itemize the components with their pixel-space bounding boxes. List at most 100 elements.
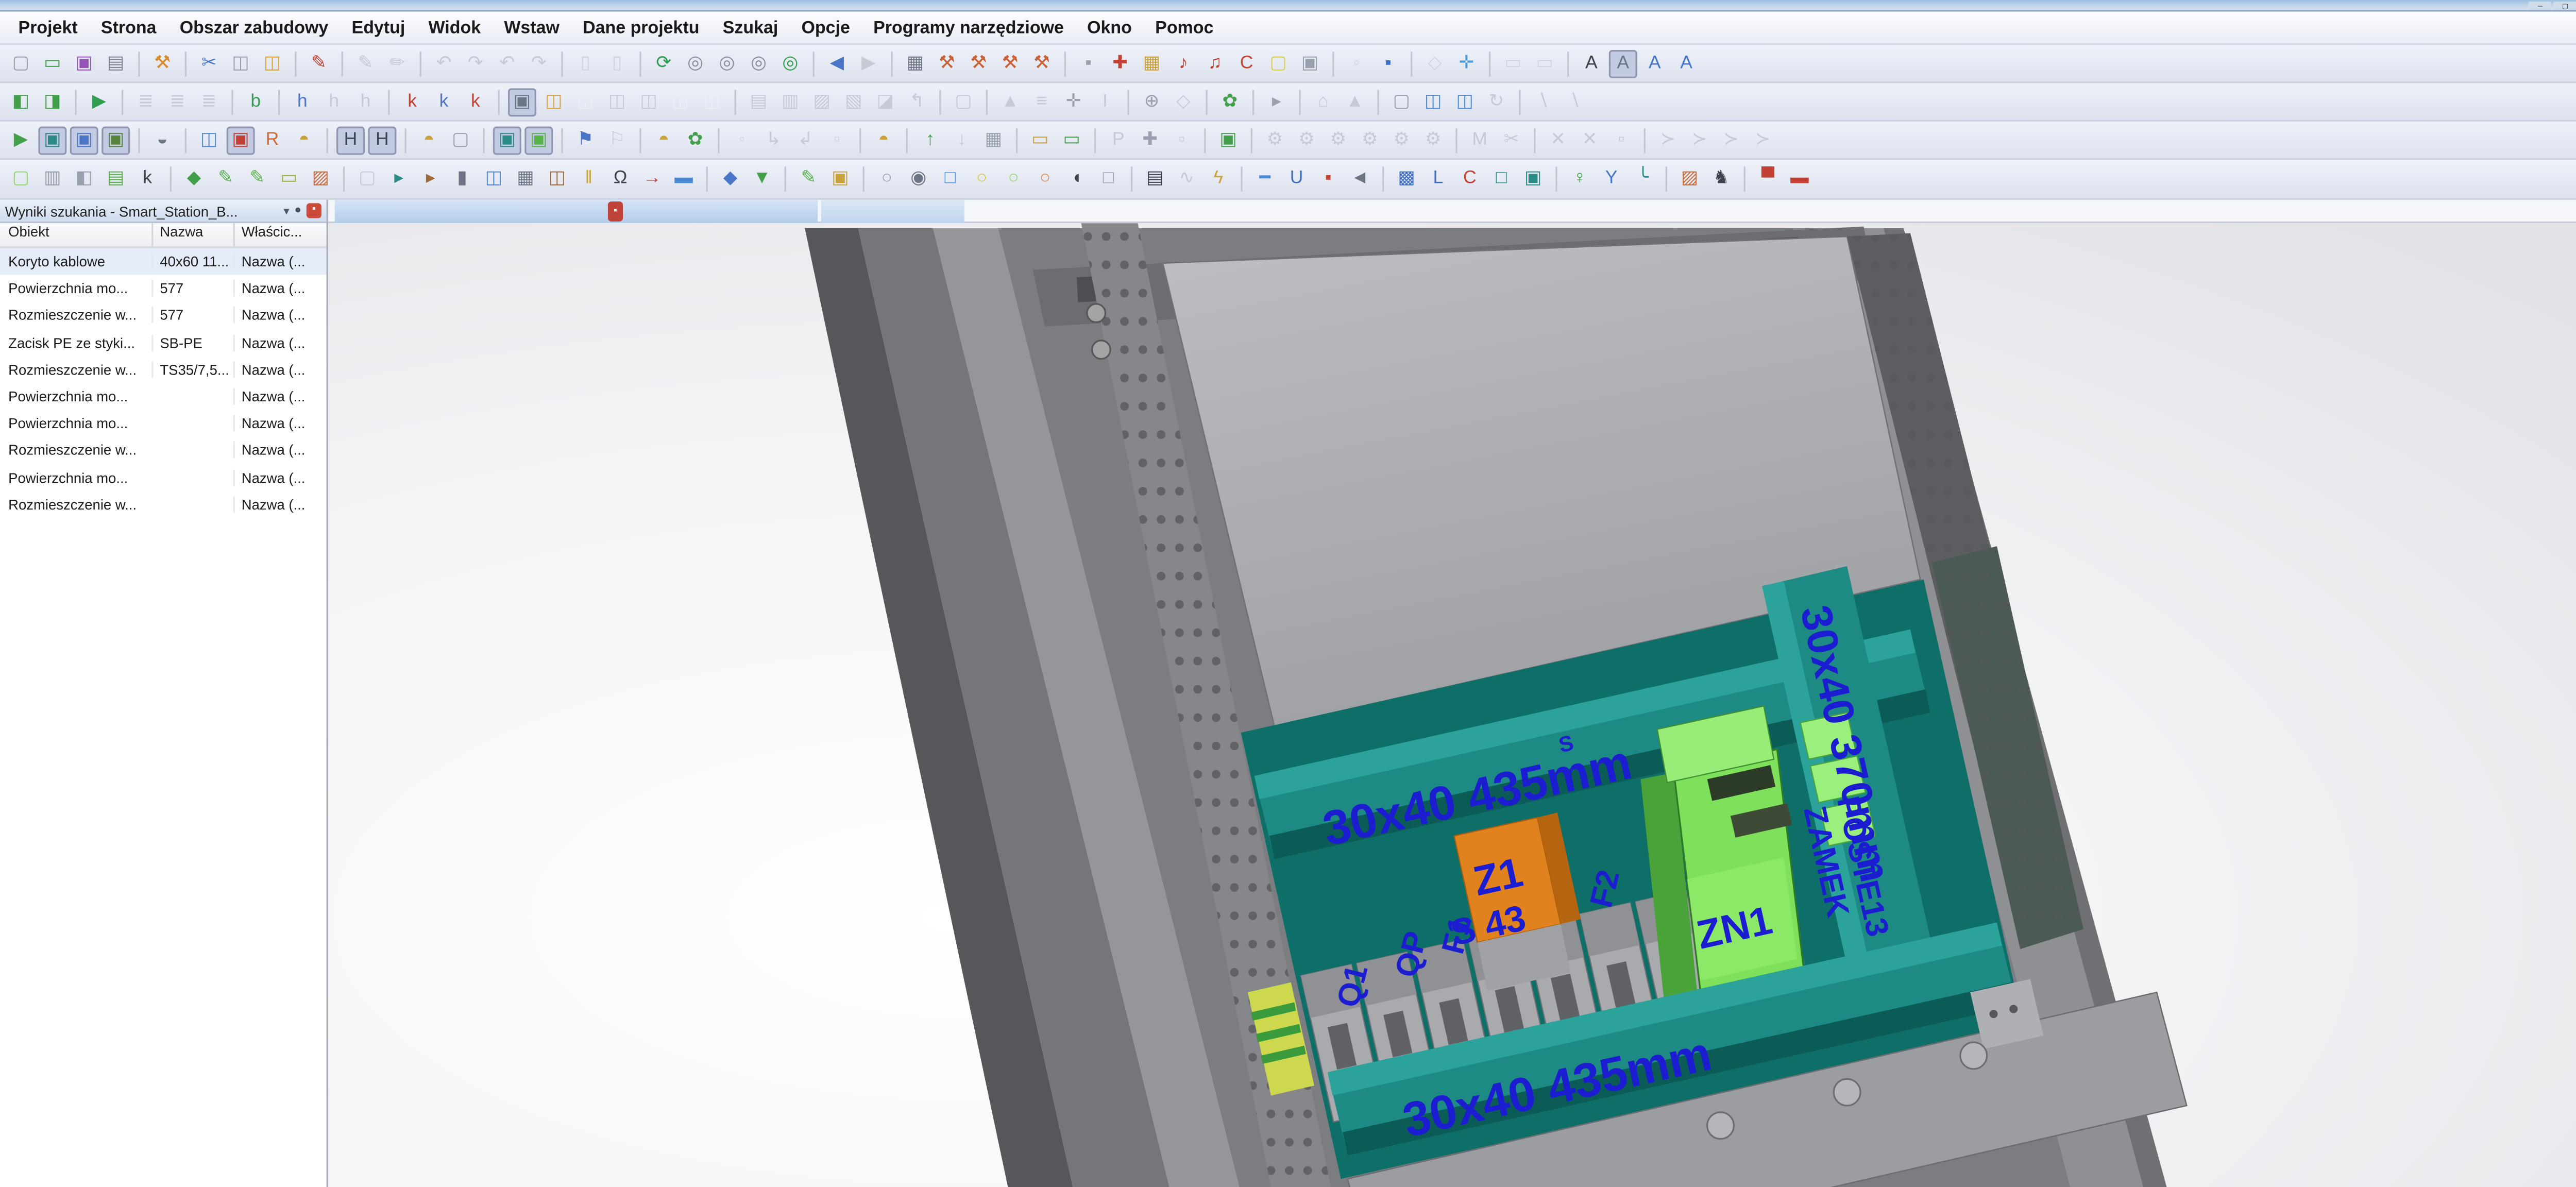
toolbar-icon[interactable]: ◆ [180,165,208,193]
column-header-nazwa[interactable]: Nazwa [151,223,233,246]
table-row[interactable]: Rozmieszczenie w...Nazwa (... [0,491,327,518]
toolbar-icon[interactable]: ▢ [446,126,474,154]
toolbar-icon[interactable]: ▦ [1138,49,1166,77]
panel-title-bar[interactable]: Wyniki szukania - Smart_Station_B... ▾ ●… [0,200,327,223]
toolbar-icon[interactable]: A [1672,49,1701,77]
table-row[interactable]: Koryto kablowe40x60 11...Nazwa (... [0,248,327,275]
table-row[interactable]: Powierzchnia mo...Nazwa (... [0,410,327,437]
toolbar-icon[interactable]: b [242,88,270,116]
toolbar-icon[interactable]: □ [936,165,964,193]
column-header-wlasciciel[interactable]: Właścic... [233,223,320,246]
toolbar-icon[interactable]: k [133,165,162,193]
toolbar-icon[interactable]: ▣ [70,126,98,154]
toolbar-icon[interactable]: ▪ [1314,165,1343,193]
3d-viewport[interactable]: 30x40 435mm 30x40 435mm 30x40 370mm Z1 S… [328,223,2576,1187]
refresh-icon[interactable]: ⟳ [650,49,678,77]
toolbar-icon[interactable]: ⚒ [933,49,961,77]
grid-icon[interactable]: ▦ [901,49,929,77]
toolbar-icon[interactable]: ▪ [1374,49,1402,77]
go-icon[interactable]: ▶ [85,88,113,116]
toolbar-icon[interactable]: ◧ [7,88,35,116]
toolbar-icon[interactable]: → [638,165,666,193]
toolbar-icon[interactable]: □ [1487,165,1516,193]
column-header-obiekt[interactable]: Obiekt [0,223,151,246]
menu-projekt[interactable]: Projekt [7,14,89,41]
toolbar-icon[interactable]: ○ [999,165,1028,193]
toolbar-icon[interactable]: ▣ [508,88,536,116]
toolbar-icon[interactable]: ▣ [101,126,130,154]
zoom-fit-icon[interactable]: ◎ [776,49,804,77]
toolbar-icon[interactable]: ━ [1251,165,1279,193]
toolbar-icon[interactable]: ▤ [101,165,130,193]
menu-pomoc[interactable]: Pomoc [1144,14,1225,41]
toolbar-icon[interactable]: ◫ [666,88,694,116]
toolbar-icon[interactable]: U [1282,165,1311,193]
toolbar-icon[interactable]: ◓ [650,126,678,154]
maximize-button[interactable]: ▢ [2553,2,2576,10]
toolbar-icon[interactable]: ⚒ [996,49,1024,77]
toolbar-icon[interactable]: ▸ [1262,88,1291,116]
menu-opcje[interactable]: Opcje [790,14,862,41]
toolbar-icon[interactable]: ✿ [681,126,709,154]
toolbar-icon[interactable]: ◫ [195,126,223,154]
toolbar-icon[interactable]: ○ [968,165,996,193]
print-icon[interactable]: ▤ [101,49,130,77]
font-frame-icon[interactable]: A [1609,49,1637,77]
zoom-window-icon[interactable]: ◎ [681,49,709,77]
toolbar-icon[interactable]: ◓ [415,126,443,154]
toolbar-icon[interactable]: ⚒ [1028,49,1056,77]
toolbar-icon[interactable]: ◓ [869,126,897,154]
toolbar-icon[interactable]: ▦ [511,165,539,193]
toolbar-icon[interactable]: ╰ [1629,165,1657,193]
menu-szukaj[interactable]: Szukaj [711,14,790,41]
new-page-icon[interactable]: ▢ [7,49,35,77]
toolbar-icon[interactable]: ✛ [1452,49,1481,77]
toolbar-icon[interactable]: ✎ [212,165,240,193]
toolbar-icon[interactable]: ▣ [493,126,521,154]
table-row[interactable]: Powierzchnia mo...Nazwa (... [0,383,327,410]
results-table-header[interactable]: Obiekt Nazwa Właścic... [0,223,327,248]
toolbar-icon[interactable]: ✛ [1059,88,1088,116]
toolbar-icon[interactable]: ◧ [70,165,98,193]
toolbar-icon[interactable]: ▭ [275,165,303,193]
toolbar-icon[interactable]: ◨ [38,88,66,116]
toolbar-icon[interactable]: ▭ [1026,126,1054,154]
toolbar-icon[interactable]: H [336,126,365,154]
toolbar-icon[interactable]: ▣ [1296,49,1324,77]
toolbar-icon[interactable]: L [1424,165,1452,193]
menu-edytuj[interactable]: Edytuj [340,14,417,41]
toolbar-icon[interactable]: ▮ [448,165,477,193]
tools-icon[interactable]: ⚒ [148,49,177,77]
toolbar-icon[interactable]: ♞ [1707,165,1736,193]
zoom-in-icon[interactable]: ◎ [713,49,741,77]
toolbar-icon[interactable]: ▣ [227,126,255,154]
toolbar-icon[interactable]: ▼ [748,165,776,193]
paste-icon[interactable]: ◫ [258,49,286,77]
toolbar-icon[interactable]: ◖ [1062,165,1091,193]
toolbar-icon[interactable]: ◫ [698,88,726,116]
toolbar-icon[interactable]: ▥ [38,165,66,193]
toolbar-icon[interactable]: ▤ [1141,165,1169,193]
toolbar-icon[interactable]: ♪ [1169,49,1197,77]
toolbar-icon[interactable]: □ [1094,165,1123,193]
toolbar-icon[interactable]: ▸ [416,165,445,193]
toolbar-icon[interactable]: ⚑ [571,126,600,154]
toolbar-icon[interactable]: ◫ [539,88,568,116]
toolbar-icon[interactable]: ⚒ [964,49,993,77]
toolbar-icon[interactable]: A [1640,49,1669,77]
toolbar-icon[interactable]: Y [1597,165,1625,193]
toolbar-icon[interactable]: k [398,88,427,116]
page-properties-icon[interactable]: ▣ [70,49,98,77]
menu-programy-narz-dziowe[interactable]: Programy narzędziowe [862,14,1076,41]
table-row[interactable]: Rozmieszczenie w...Nazwa (... [0,437,327,464]
menu-obszar-zabudowy[interactable]: Obszar zabudowy [168,14,340,41]
toolbar-icon[interactable]: ◉ [904,165,933,193]
menu-strona[interactable]: Strona [89,14,168,41]
toolbar-icon[interactable]: h [288,88,316,116]
back-icon[interactable]: ◀ [823,49,851,77]
panel-red-badge-icon[interactable]: ▪ [307,203,321,218]
toolbar-icon[interactable]: ▪ [1074,49,1103,77]
title-bar[interactable]: ─ ▢ ✕ [0,0,2576,12]
toolbar-icon[interactable]: H [368,126,396,154]
toolbar-icon[interactable]: ▣ [826,165,854,193]
